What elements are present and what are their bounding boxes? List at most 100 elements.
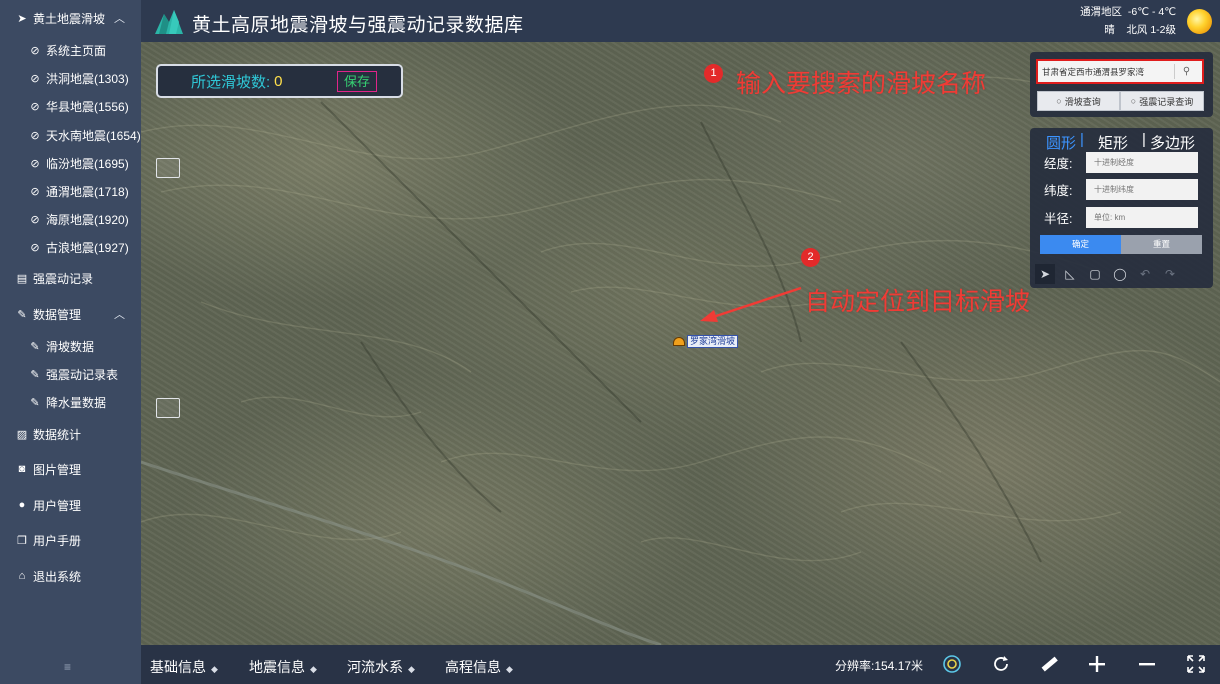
- sidebar-item-gulang[interactable]: ⊘ 古浪地震(1927): [0, 233, 141, 261]
- sidebar-section-label: 黄土地震滑坡: [33, 11, 106, 26]
- reset-button[interactable]: 重置: [1121, 235, 1202, 254]
- search-icon: ○: [1130, 96, 1137, 106]
- confirm-button[interactable]: 确定: [1040, 235, 1121, 254]
- sidebar-section-strong-motion[interactable]: ▤ 强震动记录: [0, 264, 141, 292]
- sidebar-item-huaxian[interactable]: ⊘ 华县地震(1556): [0, 92, 141, 120]
- tab-divider: |: [1080, 131, 1084, 148]
- polygon-draw-icon[interactable]: ◺: [1060, 264, 1080, 284]
- weather-location: 通渭地区: [1080, 6, 1123, 18]
- locate-icon[interactable]: [942, 654, 962, 674]
- latitude-row: 纬度:: [1044, 179, 1198, 200]
- sidebar-section-logout[interactable]: ⌂ 退出系统: [0, 562, 141, 590]
- sidebar-item-home[interactable]: ⊘ 系统主页面: [0, 36, 141, 64]
- sort-icon: ◆: [408, 664, 415, 674]
- sidebar-section-manual[interactable]: ❐ 用户手册: [0, 526, 141, 554]
- sidebar-item-label: 华县地震(1556): [46, 99, 129, 114]
- longitude-input[interactable]: [1086, 152, 1198, 173]
- sidebar-section-label: 数据管理: [33, 307, 82, 322]
- undo-icon[interactable]: ↶: [1135, 264, 1155, 284]
- latitude-input[interactable]: [1086, 179, 1198, 200]
- sidebar-item-landslide-data[interactable]: ✎ 滑坡数据: [0, 332, 141, 360]
- fullscreen-icon[interactable]: [1186, 654, 1206, 674]
- sidebar-item-label: 洪洞地震(1303): [46, 71, 129, 86]
- weather-wind: 北风 1-2级: [1126, 24, 1176, 36]
- sidebar-item-label: 海原地震(1920): [46, 212, 129, 227]
- zoom-in-icon[interactable]: [1087, 654, 1107, 674]
- search-icon: ○: [1056, 96, 1062, 106]
- sidebar-item-label: 天水南地震(1654): [46, 128, 141, 143]
- sidebar-section-users[interactable]: ● 用户管理: [0, 491, 141, 519]
- layer-earthquake-info[interactable]: 地震信息 ◆: [249, 657, 317, 677]
- save-button[interactable]: 保存: [337, 71, 377, 92]
- sort-icon: ◆: [310, 664, 317, 674]
- navigation-icon: ➤: [17, 12, 27, 25]
- weather-widget: 通渭地区 -6℃ - 4℃ 晴 北风 1-2级: [1080, 3, 1176, 39]
- search-input[interactable]: [1038, 62, 1176, 81]
- compass-icon: ⊘: [30, 185, 40, 198]
- redo-icon[interactable]: ↷: [1160, 264, 1180, 284]
- tab-circle[interactable]: 圆形: [1046, 132, 1076, 153]
- sidebar-item-hongdong[interactable]: ⊘ 洪洞地震(1303): [0, 64, 141, 92]
- compass-icon: ⊘: [30, 157, 40, 170]
- sidebar-item-tongwei[interactable]: ⊘ 通渭地震(1718): [0, 177, 141, 205]
- landslide-query-button[interactable]: ○ 滑坡查询: [1037, 91, 1120, 111]
- pointer-icon[interactable]: ➤: [1035, 264, 1055, 284]
- user-icon: ●: [18, 499, 26, 511]
- sidebar-section-label: 用户管理: [33, 498, 82, 513]
- layer-elevation[interactable]: 高程信息 ◆: [445, 657, 513, 677]
- compass-icon: ⊘: [30, 44, 40, 57]
- chart-icon: ▨: [16, 428, 28, 441]
- sidebar-section-label: 用户手册: [33, 533, 82, 548]
- map-control-box-icon[interactable]: [156, 158, 180, 178]
- shape-query-panel: 圆形 | 矩形 | 多边形 经度: 纬度: 半径: 确定 重置 ➤ ◺ ▢ ◯ …: [1030, 128, 1213, 288]
- count-value: 0: [274, 72, 283, 90]
- refresh-icon[interactable]: [991, 654, 1011, 674]
- header: 黄土高原地震滑坡与强震动记录数据库 通渭地区 -6℃ - 4℃ 晴 北风 1-2…: [141, 0, 1220, 42]
- rectangle-draw-icon[interactable]: ▢: [1085, 264, 1105, 284]
- map-control-overview-icon[interactable]: [156, 398, 180, 418]
- ruler-icon[interactable]: [1039, 654, 1059, 674]
- edit-icon: ✎: [30, 396, 40, 409]
- layer-label: 河流水系: [347, 659, 403, 675]
- draw-toolbar: ➤ ◺ ▢ ◯ ↶ ↷: [1030, 261, 1213, 287]
- sidebar-item-strong-motion-table[interactable]: ✎ 强震动记录表: [0, 360, 141, 388]
- tab-polygon[interactable]: 多边形: [1150, 132, 1195, 153]
- circle-draw-icon[interactable]: ◯: [1110, 264, 1130, 284]
- menu-icon[interactable]: ≡: [64, 660, 71, 674]
- sidebar-item-rainfall-data[interactable]: ✎ 降水量数据: [0, 388, 141, 416]
- button-label: 强震记录查询: [1139, 96, 1194, 107]
- sidebar-item-label: 滑坡数据: [46, 339, 95, 354]
- book-icon: ❐: [17, 534, 27, 547]
- sun-weather-icon: [1187, 9, 1212, 34]
- weather-condition: 晴: [1104, 24, 1115, 36]
- sort-icon: ◆: [506, 664, 513, 674]
- tab-rectangle[interactable]: 矩形: [1098, 132, 1128, 153]
- weather-temperature: -6℃ - 4℃: [1127, 6, 1176, 18]
- layer-rivers[interactable]: 河流水系 ◆: [347, 657, 415, 677]
- layer-label: 地震信息: [249, 659, 305, 675]
- zoom-out-icon[interactable]: [1137, 654, 1157, 674]
- sidebar-item-label: 古浪地震(1927): [46, 240, 129, 255]
- step-badge: 1: [704, 64, 723, 83]
- sidebar-item-tianshuinan[interactable]: ⊘ 天水南地震(1654): [0, 121, 141, 149]
- sort-icon: ◆: [211, 664, 218, 674]
- record-query-button[interactable]: ○ 强震记录查询: [1120, 91, 1204, 111]
- layer-basic-info[interactable]: 基础信息 ◆: [150, 657, 218, 677]
- sidebar-section-landslide[interactable]: ➤ 黄土地震滑坡 ︿: [0, 4, 141, 32]
- app-title: 黄土高原地震滑坡与强震动记录数据库: [192, 15, 524, 36]
- sidebar-section-data-management[interactable]: ✎ 数据管理 ︿: [0, 300, 141, 328]
- radius-input[interactable]: [1086, 207, 1198, 228]
- step-badge: 2: [801, 248, 820, 267]
- sidebar-section-images[interactable]: ◙ 图片管理: [0, 455, 141, 483]
- button-label: 滑坡查询: [1064, 96, 1101, 107]
- edit-icon: ✎: [30, 340, 40, 353]
- sidebar-item-haiyuan[interactable]: ⊘ 海原地震(1920): [0, 205, 141, 233]
- compass-icon: ⊘: [30, 129, 40, 142]
- satellite-map[interactable]: 所选滑坡数: 0 保存 1 输入要搜索的滑坡名称 2 自动定位到目标滑坡 罗家湾…: [141, 42, 1220, 645]
- sidebar-section-statistics[interactable]: ▨ 数据统计: [0, 420, 141, 448]
- search-panel: ⚲ ○ 滑坡查询 ○ 强震记录查询: [1030, 52, 1213, 117]
- landslide-marker[interactable]: 罗家湾滑坡: [673, 335, 739, 348]
- search-icon[interactable]: ⚲: [1174, 64, 1198, 79]
- compass-icon: ⊘: [30, 241, 40, 254]
- sidebar-item-linfen[interactable]: ⊘ 临汾地震(1695): [0, 149, 141, 177]
